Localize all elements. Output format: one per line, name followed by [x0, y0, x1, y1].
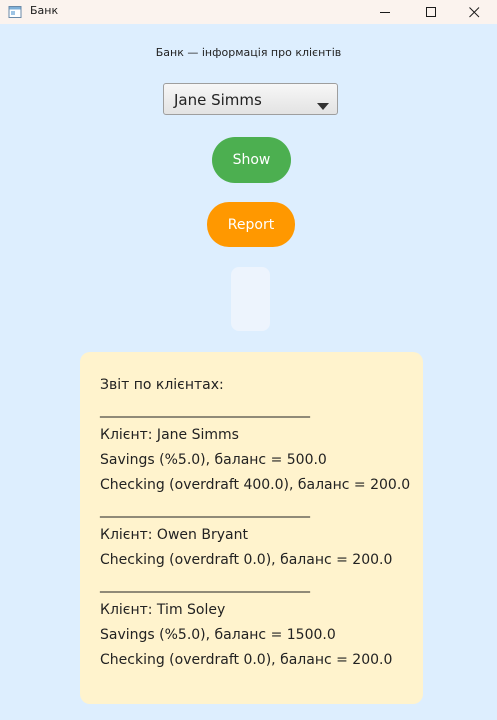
report-account-line: Checking (overdraft 0.0), баланс = 200.0 [100, 652, 393, 668]
report-account-line: Savings (%5.0), баланс = 500.0 [100, 452, 327, 468]
report-panel: Звіт по клієнтах: ______________________… [80, 352, 423, 704]
report-account-line: Savings (%5.0), баланс = 1500.0 [100, 627, 336, 643]
close-icon [468, 6, 480, 18]
main-content: Банк — інформація про клієнтів Jane Simm… [0, 24, 497, 720]
client-select[interactable]: Jane Simms [163, 83, 338, 115]
chevron-down-icon[interactable] [317, 96, 329, 115]
maximize-icon [425, 6, 437, 18]
close-button[interactable] [451, 0, 497, 24]
report-account-line: Checking (overdraft 0.0), баланс = 200.0 [100, 552, 393, 568]
report-account-line: Checking (overdraft 400.0), баланс = 200… [100, 477, 411, 493]
report-client-name: Клієнт: Owen Bryant [100, 527, 248, 543]
empty-output-area [231, 267, 270, 331]
report-separator: ______________________________ [100, 502, 310, 518]
window-titlebar[interactable]: Банк [0, 0, 497, 24]
client-select-value: Jane Simms [174, 91, 262, 109]
maximize-button[interactable] [408, 0, 454, 24]
app-window-icon [8, 4, 22, 18]
report-separator: ______________________________ [100, 577, 310, 593]
report-title: Звіт по клієнтах: [100, 377, 224, 393]
window-title: Банк [30, 4, 59, 17]
page-title: Банк — інформація про клієнтів [155, 46, 342, 59]
minimize-button[interactable] [362, 0, 408, 24]
report-client-name: Клієнт: Jane Simms [100, 427, 239, 443]
report-button[interactable]: Report [207, 202, 295, 247]
report-client-name: Клієнт: Tim Soley [100, 602, 226, 618]
show-button[interactable]: Show [212, 137, 291, 183]
minimize-icon [379, 7, 391, 18]
report-separator: ______________________________ [100, 402, 310, 418]
